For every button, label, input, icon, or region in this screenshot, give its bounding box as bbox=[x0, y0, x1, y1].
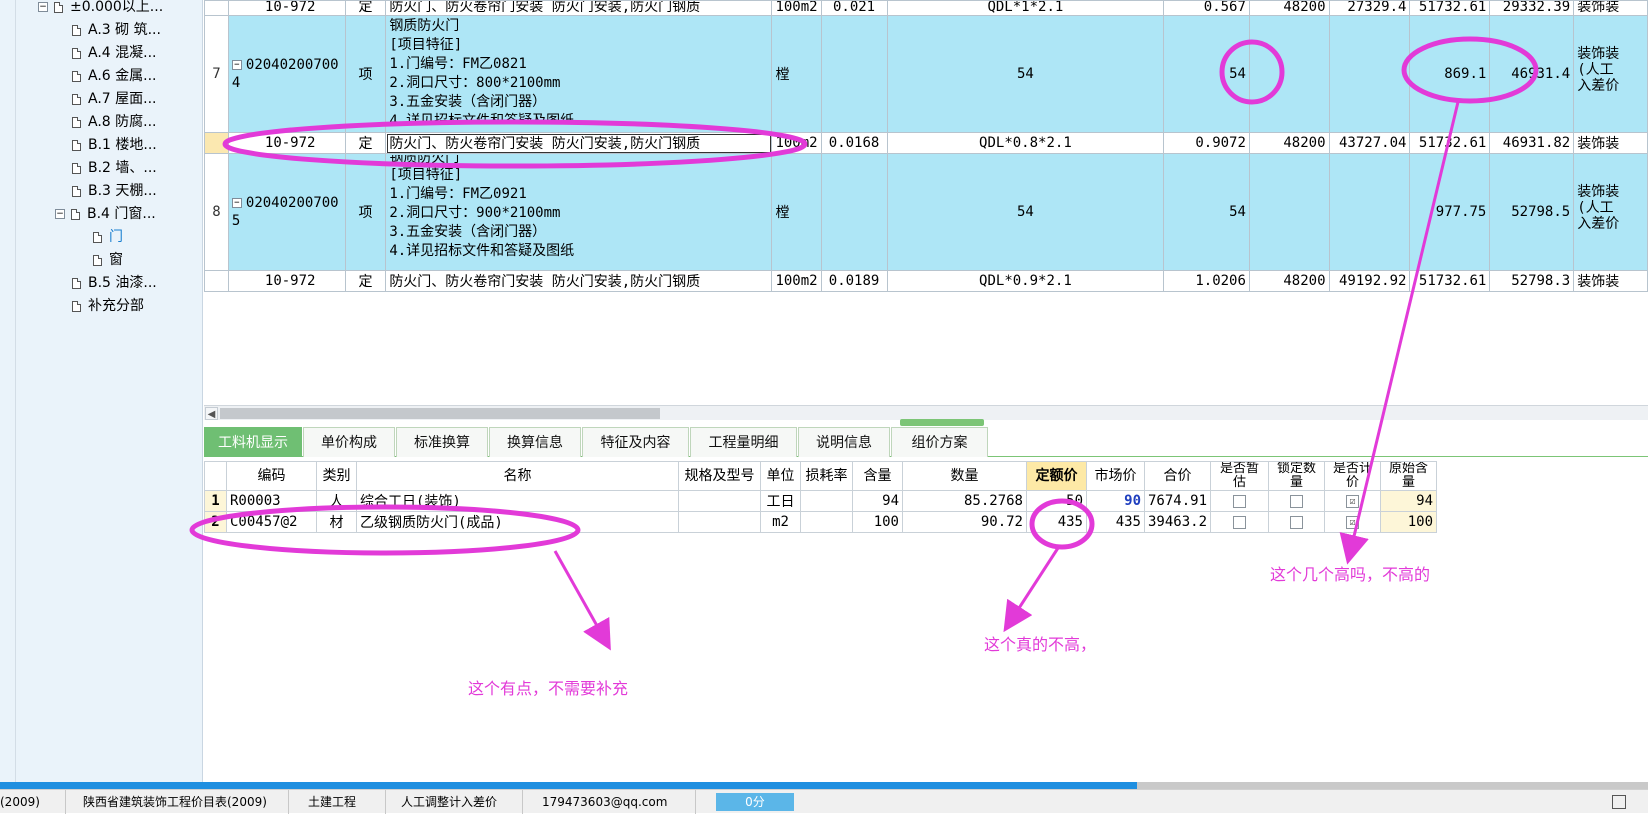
status-bar: (2009) 陕西省建筑装饰工程价目表(2009) 土建工程 人工调整计入差价 … bbox=[0, 789, 1648, 814]
annotation-note-material: 这个有点，不需要补充 bbox=[468, 679, 629, 698]
progress-bar bbox=[0, 782, 1648, 789]
annotation-arrow-material bbox=[553, 550, 611, 651]
status-user: 179473603@qq.com bbox=[534, 790, 696, 814]
status-score-badge[interactable]: 0分 bbox=[716, 793, 794, 811]
annotation-ellipse-qty bbox=[1219, 39, 1285, 105]
annotation-ellipse-price bbox=[1401, 36, 1539, 104]
annotation-ellipse-subitem bbox=[222, 119, 808, 169]
status-labor-adjust: 人工调整计入差价 bbox=[393, 790, 523, 814]
annotation-ellipse-quota bbox=[1029, 498, 1095, 550]
annotation-note-quota: 这个真的不高， bbox=[984, 635, 1097, 654]
annotation-overlay bbox=[189, 36, 1539, 651]
annotation-arrow-quota bbox=[1003, 547, 1060, 633]
annotation-ellipse-material bbox=[189, 504, 581, 556]
progress-fill bbox=[0, 782, 1138, 789]
annotation-note-price: 这个几个高吗，不高的 bbox=[1270, 565, 1431, 584]
window-icon[interactable] bbox=[1612, 795, 1626, 809]
annotation-arrow-price bbox=[1339, 101, 1460, 565]
status-project-type: 土建工程 bbox=[300, 790, 386, 814]
status-standard: (2009) bbox=[0, 790, 66, 814]
status-price-table: 陕西省建筑装饰工程价目表(2009) bbox=[75, 790, 289, 814]
